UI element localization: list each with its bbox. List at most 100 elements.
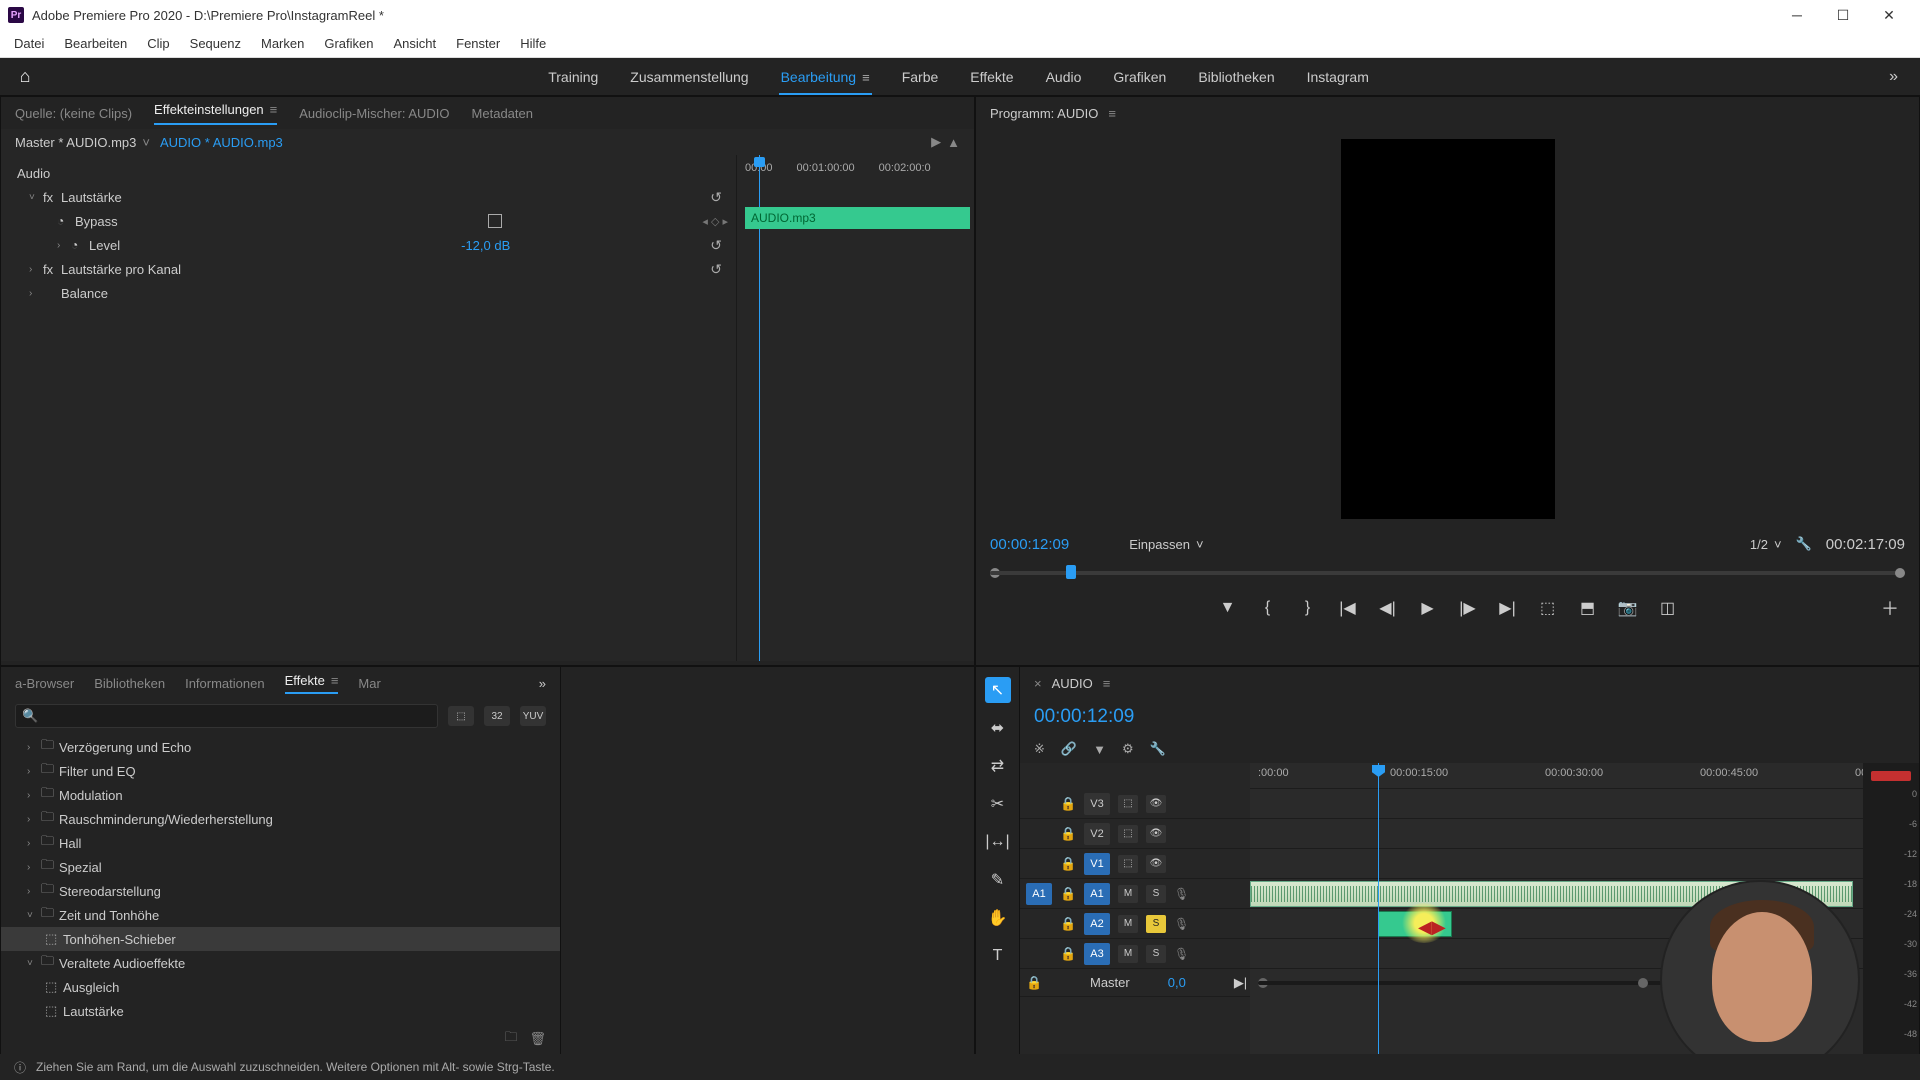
play-icon[interactable]: ▶ [1417, 597, 1439, 619]
reset-icon[interactable]: ↺ [710, 237, 722, 254]
voiceover-icon[interactable]: 🎙 [1174, 887, 1189, 901]
in-point-icon[interactable]: { [1257, 597, 1279, 619]
twisty-icon[interactable]: › [27, 814, 41, 825]
tab-metadata[interactable]: Metadaten [472, 106, 533, 121]
tab-informationen[interactable]: Informationen [185, 676, 265, 691]
tree-item[interactable]: ⬚Lautstärke [1, 999, 560, 1023]
ripple-tool[interactable]: ⇄ [985, 753, 1011, 779]
voiceover-icon[interactable]: 🎙 [1174, 947, 1189, 961]
pm-timecode[interactable]: 00:00:12:09 [990, 536, 1069, 553]
fx-balance-row[interactable]: › fx Balance [1, 281, 736, 305]
razor-tool[interactable]: ✂ [985, 791, 1011, 817]
twisty-icon[interactable]: ˅ [27, 910, 41, 921]
tree-folder[interactable]: ›🗀Hall [1, 831, 560, 855]
stopwatch-icon[interactable]: ◔ [57, 214, 75, 228]
tab-effekte[interactable]: Effekte≡ [285, 673, 339, 694]
ec-mini-ruler[interactable]: 00:00 00:01:00:00 00:02:00:0 [737, 155, 974, 181]
tree-item-selected[interactable]: ⬚Tonhöhen-Schieber [1, 927, 560, 951]
fx-channel-volume-row[interactable]: › fx Lautstärke pro Kanal ↺ [1, 257, 736, 281]
sync-lock[interactable]: ⬚ [1118, 855, 1138, 873]
menu-clip[interactable]: Clip [137, 32, 179, 55]
fx-volume-row[interactable]: ˅ fx Lautstärke ↺ [1, 185, 736, 209]
workspace-overflow[interactable]: » [1879, 68, 1908, 86]
scrub-track[interactable] [990, 571, 1905, 575]
workspace-effekte[interactable]: Effekte [968, 61, 1015, 93]
lock-icon[interactable]: 🔒 [1060, 886, 1076, 902]
panel-menu-icon[interactable]: ≡ [1108, 106, 1116, 121]
lock-icon[interactable]: 🔒 [1060, 916, 1076, 932]
tree-item[interactable]: ⬚Ausgleich [1, 975, 560, 999]
workspace-audio[interactable]: Audio [1044, 61, 1084, 93]
export-frame-icon[interactable]: 📷 [1617, 597, 1639, 619]
maximize-button[interactable]: ☐ [1820, 0, 1866, 30]
fx-badge-icon[interactable]: fx [43, 262, 61, 277]
stopwatch-icon[interactable]: ◔ [71, 238, 89, 252]
track-output[interactable]: 👁 [1146, 825, 1166, 843]
ec-mini-timeline[interactable]: 00:00 00:01:00:00 00:02:00:0 AUDIO.mp3 [736, 155, 974, 661]
twisty-icon[interactable]: ˅ [27, 958, 41, 969]
pen-tool[interactable]: ✎ [985, 867, 1011, 893]
pm-viewer[interactable] [976, 129, 1919, 529]
src-patch[interactable] [1026, 853, 1052, 875]
src-patch[interactable] [1026, 913, 1052, 935]
accelerated-badge[interactable]: ⬚ [448, 706, 474, 726]
track-target[interactable]: A2 [1084, 913, 1110, 935]
32bit-badge[interactable]: 32 [484, 706, 510, 726]
go-to-in-icon[interactable]: |◀ [1337, 597, 1359, 619]
src-patch[interactable]: A1 [1026, 883, 1052, 905]
menu-bearbeiten[interactable]: Bearbeiten [54, 32, 137, 55]
tab-audio-mixer[interactable]: Audioclip-Mischer: AUDIO [299, 106, 449, 121]
close-sequence-icon[interactable]: × [1034, 676, 1042, 691]
tree-folder[interactable]: ›🗀Modulation [1, 783, 560, 807]
new-bin-icon[interactable]: 🗀 [504, 1028, 517, 1050]
menu-sequenz[interactable]: Sequenz [180, 32, 251, 55]
minimize-button[interactable]: ─ [1774, 0, 1820, 30]
go-to-end-icon[interactable]: ▶| [1234, 975, 1247, 991]
pm-scrubber[interactable] [990, 559, 1905, 587]
lock-icon[interactable]: 🔒 [1060, 856, 1076, 872]
tab-mar[interactable]: Mar [358, 676, 380, 691]
tab-source[interactable]: Quelle: (keine Clips) [15, 106, 132, 121]
twisty-icon[interactable]: ˅ [29, 192, 43, 203]
wrench-icon[interactable]: 🔧 [1150, 741, 1166, 757]
track-target[interactable]: V2 [1084, 823, 1110, 845]
comparison-icon[interactable]: ◫ [1657, 597, 1679, 619]
src-patch[interactable] [1026, 943, 1052, 965]
twisty-icon[interactable]: › [27, 742, 41, 753]
workspace-farbe[interactable]: Farbe [900, 61, 941, 93]
extract-icon[interactable]: ⬒ [1577, 597, 1599, 619]
tree-folder[interactable]: ›🗀Rauschminderung/Wiederherstellung [1, 807, 560, 831]
caret-icon[interactable]: ˅ [142, 135, 150, 150]
track-target[interactable]: V1 [1084, 853, 1110, 875]
lock-icon[interactable]: 🔒 [1026, 975, 1042, 991]
yuv-badge[interactable]: YUV [520, 706, 546, 726]
panel-menu-icon[interactable]: ≡ [270, 102, 278, 117]
mute-button[interactable]: M [1118, 885, 1138, 903]
ec-playhead[interactable] [759, 155, 760, 661]
solo-button[interactable]: S [1146, 945, 1166, 963]
twisty-icon[interactable]: › [27, 838, 41, 849]
tree-folder[interactable]: ˅🗀Veraltete Audioeffekte [1, 951, 560, 975]
track-a1[interactable]: A1🔒A1MS🎙 [1020, 879, 1250, 909]
twisty-icon[interactable]: › [57, 240, 71, 251]
fx-badge-icon[interactable]: fx [43, 190, 61, 205]
panel-menu-icon[interactable]: ≡ [1103, 676, 1111, 691]
lane-v1[interactable] [1250, 849, 1863, 879]
play-icon[interactable]: ▶ [931, 134, 941, 150]
lane-v3[interactable] [1250, 789, 1863, 819]
workspace-grafiken[interactable]: Grafiken [1111, 61, 1168, 93]
track-v3[interactable]: 🔒V3⬚👁 [1020, 789, 1250, 819]
menu-grafiken[interactable]: Grafiken [314, 32, 383, 55]
lock-icon[interactable]: 🔒 [1060, 946, 1076, 962]
track-output[interactable]: 👁 [1146, 855, 1166, 873]
go-to-out-icon[interactable]: ▶| [1497, 597, 1519, 619]
workspace-training[interactable]: Training [546, 61, 600, 93]
track-a2[interactable]: 🔒A2MS🎙 [1020, 909, 1250, 939]
close-button[interactable]: ✕ [1866, 0, 1912, 30]
twisty-icon[interactable]: › [27, 766, 41, 777]
hand-tool[interactable]: ✋ [985, 905, 1011, 931]
menu-ansicht[interactable]: Ansicht [383, 32, 446, 55]
panel-menu-icon[interactable]: ≡ [331, 673, 339, 688]
linked-selection-icon[interactable]: 🔗 [1061, 741, 1077, 757]
track-master[interactable]: 🔒Master0,0▶| [1020, 969, 1250, 997]
